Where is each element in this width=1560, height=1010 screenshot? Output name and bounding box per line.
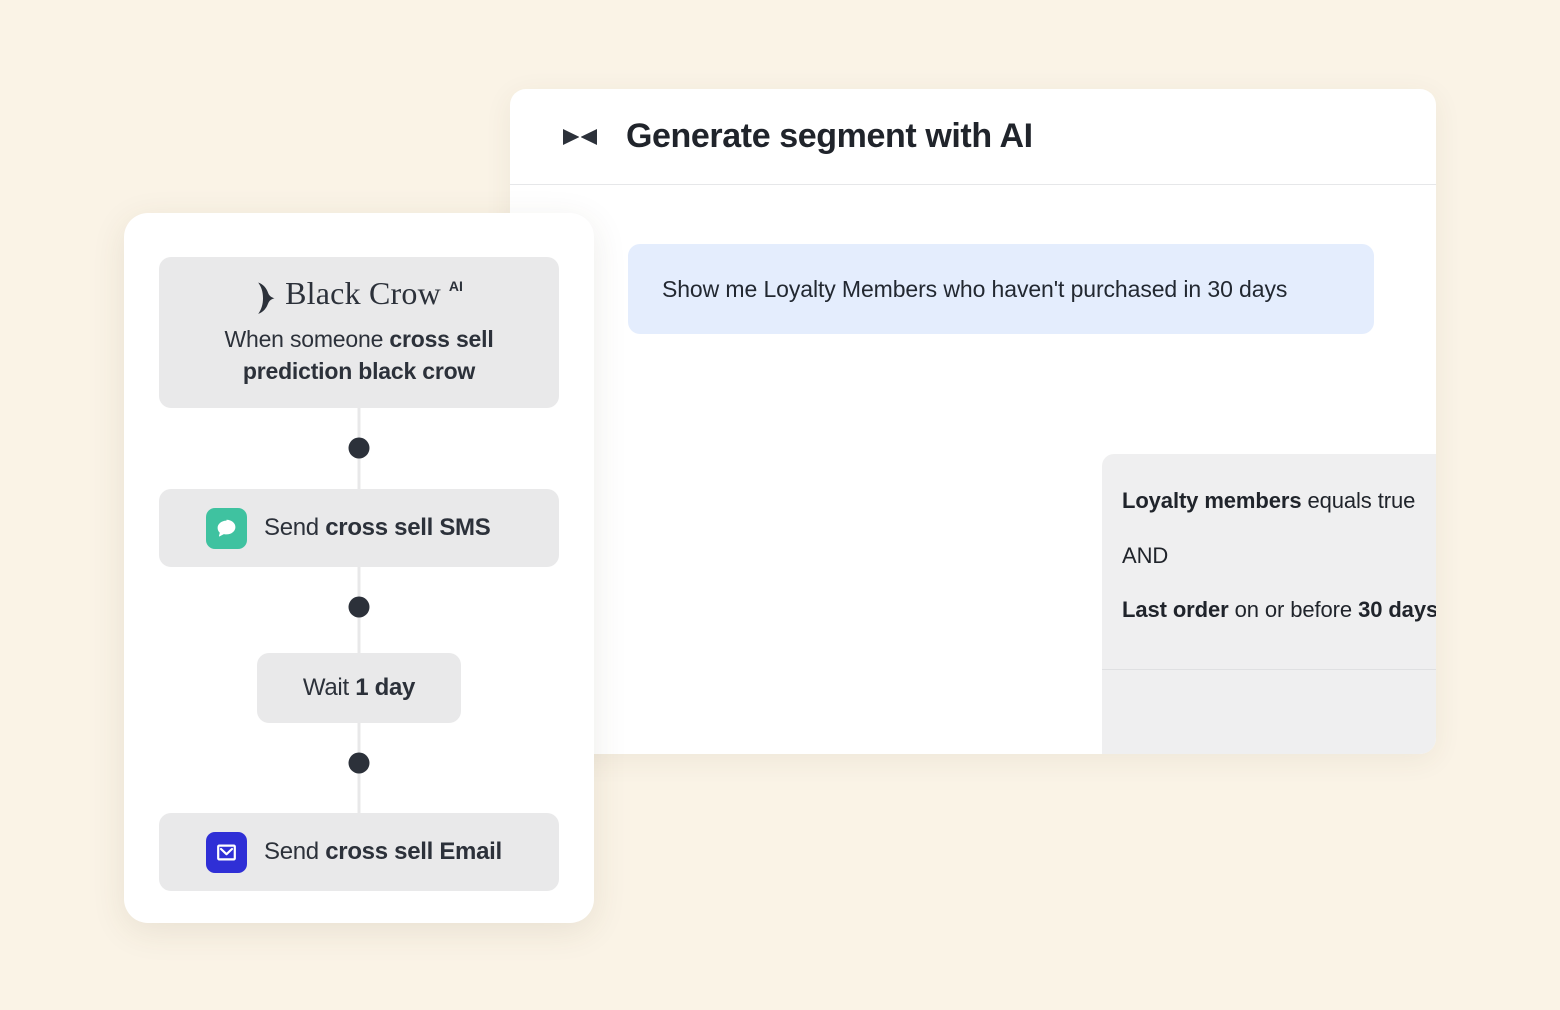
flow-node-label-email: Send cross sell Email xyxy=(264,838,502,866)
wait-label-bold: 1 day xyxy=(355,674,415,701)
panel-header: Generate segment with AI xyxy=(510,89,1436,185)
flow-node-wait[interactable]: Wait 1 day xyxy=(257,653,461,723)
criteria-rows: Loyalty members equals true AND Last ord… xyxy=(1102,485,1436,624)
panel-body: Show me Loyalty Members who haven't purc… xyxy=(510,244,1436,334)
criteria-conjunction: AND xyxy=(1122,542,1436,570)
brand-name: Black Crow xyxy=(285,277,441,309)
ai-prompt-text: Show me Loyalty Members who haven't purc… xyxy=(662,276,1287,303)
segment-criteria-card: Loyalty members equals true AND Last ord… xyxy=(1102,454,1436,754)
generate-segment-panel: Generate segment with AI Show me Loyalty… xyxy=(510,89,1436,754)
connector-dot[interactable] xyxy=(349,438,370,459)
crow-icon xyxy=(255,281,277,315)
brand-superscript: AI xyxy=(449,279,463,293)
flow-node-label-sms: Send cross sell SMS xyxy=(264,514,490,542)
criteria-row: Last order on or before 30 days ago xyxy=(1122,596,1436,624)
black-crow-logo: Black Crow AI xyxy=(255,277,463,315)
journey-flow-card: Black Crow AI When someone cross sell pr… xyxy=(124,213,594,923)
email-label-bold: cross sell Email xyxy=(325,838,502,865)
flow-node-send-sms[interactable]: Send cross sell SMS xyxy=(159,489,559,567)
trigger-description: When someone cross sell prediction black… xyxy=(177,324,541,387)
sms-label-prefix: Send xyxy=(264,514,325,541)
chat-bubble-icon xyxy=(206,508,247,549)
criteria-value: 30 days ago xyxy=(1358,597,1436,622)
criteria-conjunction-text: AND xyxy=(1122,543,1168,568)
wait-label-prefix: Wait xyxy=(303,674,355,701)
divider xyxy=(1102,669,1436,670)
criteria-operator: on or before xyxy=(1229,597,1358,622)
envelope-icon xyxy=(206,832,247,873)
email-label-prefix: Send xyxy=(264,838,325,865)
flow-node-label-wait: Wait 1 day xyxy=(303,674,415,702)
flow-node-trigger[interactable]: Black Crow AI When someone cross sell pr… xyxy=(159,257,559,408)
ai-prompt-bubble[interactable]: Show me Loyalty Members who haven't purc… xyxy=(628,244,1374,334)
trigger-text-prefix: When someone xyxy=(224,326,389,352)
criteria-operator: equals true xyxy=(1301,488,1415,513)
sms-label-bold: cross sell SMS xyxy=(325,514,490,541)
journey-flow-inner: Black Crow AI When someone cross sell pr… xyxy=(124,213,594,923)
connector-dot[interactable] xyxy=(349,753,370,774)
connector-dot[interactable] xyxy=(349,597,370,618)
flow-node-send-email[interactable]: Send cross sell Email xyxy=(159,813,559,891)
criteria-row: Loyalty members equals true xyxy=(1122,487,1436,515)
criteria-field: Last order xyxy=(1122,597,1229,622)
page-title: Generate segment with AI xyxy=(626,117,1033,156)
criteria-field: Loyalty members xyxy=(1122,488,1301,513)
bowtie-icon xyxy=(560,117,600,157)
